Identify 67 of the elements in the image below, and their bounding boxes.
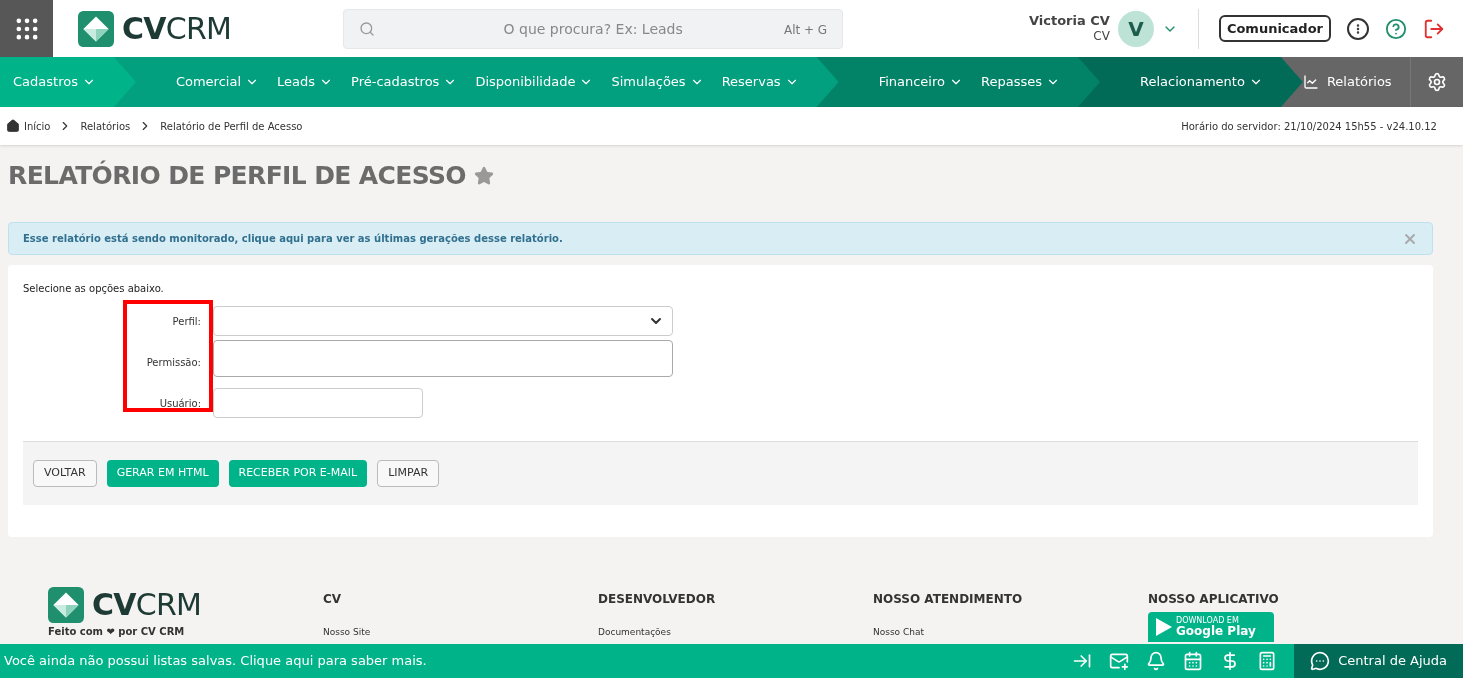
- favorite-star-icon[interactable]: [474, 166, 494, 186]
- logo-text: CVCRM: [122, 13, 232, 44]
- field-label: Perfil:: [171, 314, 202, 329]
- nav-menu-item[interactable]: Financeiro: [878, 72, 963, 92]
- footer-link[interactable]: Nosso Site: [323, 626, 598, 640]
- permission-field[interactable]: [213, 340, 673, 377]
- logout-icon[interactable]: [1423, 17, 1445, 40]
- nav-menu-item[interactable]: Repasses: [981, 72, 1060, 92]
- footer-link[interactable]: Documentações: [598, 626, 873, 640]
- form-button[interactable]: LIMPAR: [377, 460, 440, 487]
- play-icon: [1156, 618, 1172, 636]
- bell-icon[interactable]: [1146, 651, 1167, 671]
- user-subtitle: CV: [1093, 29, 1110, 45]
- calendar-icon[interactable]: [1183, 651, 1204, 671]
- badge-title: Google Play: [1176, 625, 1256, 637]
- form-intro: Selecione as opções abaixo.: [23, 282, 165, 296]
- chart-icon: [1302, 74, 1319, 90]
- help-center-button[interactable]: Central de Ajuda: [1294, 644, 1463, 678]
- alert-message[interactable]: Esse relatório está sendo monitorado, clique aqui para ver as últimas gerações desse relatório.: [23, 231, 563, 246]
- nav-menu-item[interactable]: Cadastros: [13, 72, 96, 92]
- footer-heading: CV: [323, 591, 343, 608]
- google-play-badge[interactable]: DOWNLOAD EM Google Play: [1148, 612, 1274, 642]
- logo-icon: [78, 10, 114, 47]
- server-time: Horário do servidor: 21/10/2024 15h55 - v24.10.12: [1181, 119, 1437, 134]
- more-options-button[interactable]: [1347, 17, 1369, 40]
- logo-icon: [48, 587, 84, 623]
- chat-icon: [1310, 651, 1331, 671]
- footer-heading: DESENVOLVEDOR: [598, 591, 717, 608]
- badge-caption: DOWNLOAD EM: [1176, 617, 1240, 625]
- apps-menu-button[interactable]: [0, 0, 53, 57]
- profile-select[interactable]: [213, 306, 673, 336]
- monitoring-alert[interactable]: Esse relatório está sendo monitorado, clique aqui para ver as últimas gerações desse relatório.: [8, 222, 1433, 255]
- shortcut-hint: Alt + G: [783, 21, 828, 39]
- saved-lists-message[interactable]: Você ainda não possui listas salvas. Clique aqui para saber mais.: [4, 651, 427, 671]
- reports-link[interactable]: Relatórios: [1302, 57, 1410, 107]
- calculator-icon[interactable]: [1257, 651, 1278, 671]
- logo-text: CVCRM: [92, 590, 202, 620]
- nav-menu-item[interactable]: Disponibilidade: [475, 72, 594, 92]
- footer-heading: NOSSO APLICATIVO: [1148, 591, 1280, 608]
- field-label: Usuário:: [158, 396, 202, 411]
- breadcrumb-link[interactable]: Relatório de Perfil de Acesso: [160, 118, 303, 134]
- nav-menu-item[interactable]: Simulações: [611, 72, 704, 92]
- form-button[interactable]: VOLTAR: [33, 460, 97, 487]
- nav-menu-item[interactable]: Leads: [277, 72, 334, 92]
- home-icon: [6, 119, 20, 133]
- footer-link[interactable]: Nosso Chat: [873, 626, 1148, 640]
- help-icon[interactable]: [1385, 17, 1407, 40]
- footer-tagline: Feito com ❤ por CV CRM: [48, 627, 186, 637]
- field-label: Permissão:: [145, 355, 202, 370]
- nav-menu-item[interactable]: Pré-cadastros: [351, 72, 458, 92]
- settings-icon: [1426, 72, 1447, 92]
- search-icon: [359, 20, 376, 37]
- user-field[interactable]: [213, 388, 423, 418]
- collapse-icon[interactable]: [1072, 651, 1093, 671]
- user-name: Victoria CV: [1028, 12, 1110, 30]
- mail-icon[interactable]: [1109, 651, 1130, 671]
- user-avatar[interactable]: V: [1117, 10, 1154, 47]
- form-button[interactable]: RECEBER POR E-MAIL: [228, 460, 368, 487]
- nav-menu-item[interactable]: Reservas: [721, 72, 799, 92]
- breadcrumb-link[interactable]: Relatórios: [80, 118, 131, 134]
- page-title: RELATÓRIO DE PERFIL DE ACESSO: [8, 159, 466, 193]
- nav-menu-item[interactable]: Comercial: [175, 72, 259, 92]
- breadcrumb-link[interactable]: Início: [24, 118, 51, 134]
- nav-menu-item[interactable]: Relacionamento: [1139, 72, 1263, 92]
- communicator-button[interactable]: Comunicador: [1218, 14, 1331, 43]
- footer-heading: NOSSO ATENDIMENTO: [873, 591, 1024, 608]
- form-button[interactable]: GERAR EM HTML: [106, 460, 219, 487]
